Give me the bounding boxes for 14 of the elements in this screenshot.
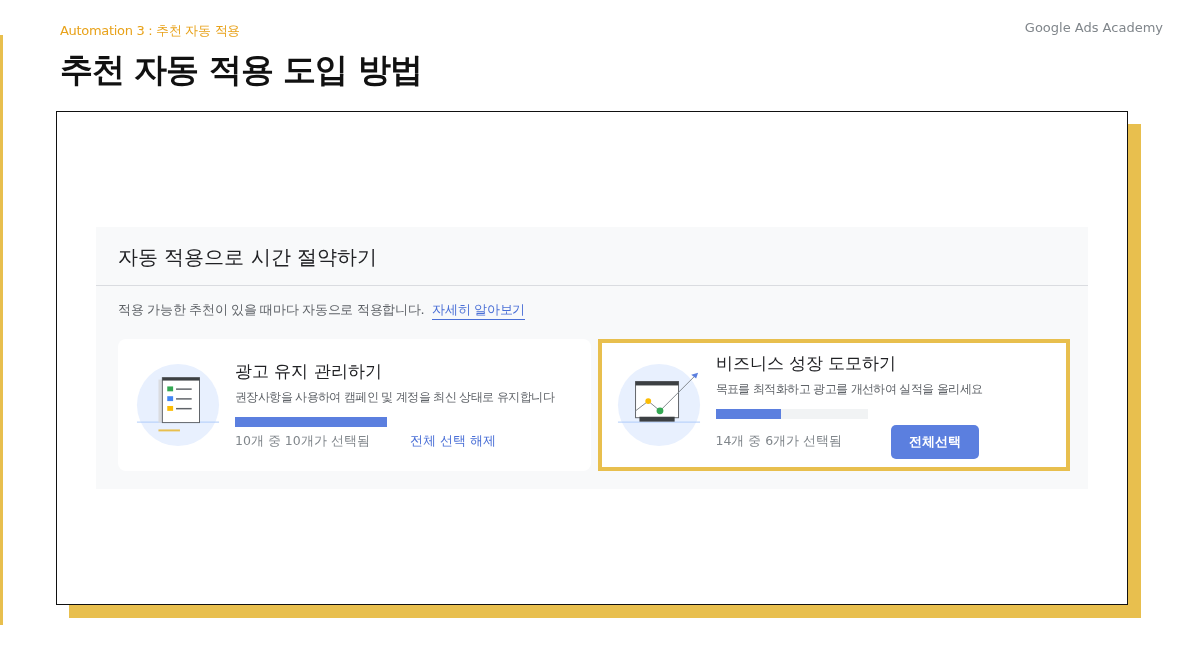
card-description: 목표를 최적화하고 광고를 개선하여 실적을 올리세요: [715, 380, 983, 398]
deselect-all-link[interactable]: 전체 선택 해제: [410, 433, 496, 450]
brand-text: Google Ads Academy: [1024, 20, 1163, 37]
selection-count: 10개 중 10개가 선택됨: [235, 433, 371, 450]
card-title: 광고 유지 관리하기: [235, 360, 383, 383]
card-title: 비즈니스 성장 도모하기: [715, 351, 898, 375]
panel-heading: 자동 적용으로 시간 절약하기: [96, 227, 1088, 286]
panel-description: 적용 가능한 추천이 있을 때마다 자동으로 적용합니다.: [118, 301, 425, 319]
card-description: 권장사항을 사용하여 캠페인 및 계정을 최신 상태로 유지합니다: [235, 389, 554, 406]
learn-more-link[interactable]: 자세히 알아보기: [432, 301, 525, 320]
slide-title: 추천 자동 적용 도입 방법: [60, 49, 423, 91]
slide-subtitle: Automation 3 : 추천 자동 적용: [60, 22, 241, 40]
select-all-button[interactable]: 전체선택: [890, 424, 979, 459]
selection-count: 14개 중 6개가 선택됨: [715, 433, 844, 450]
